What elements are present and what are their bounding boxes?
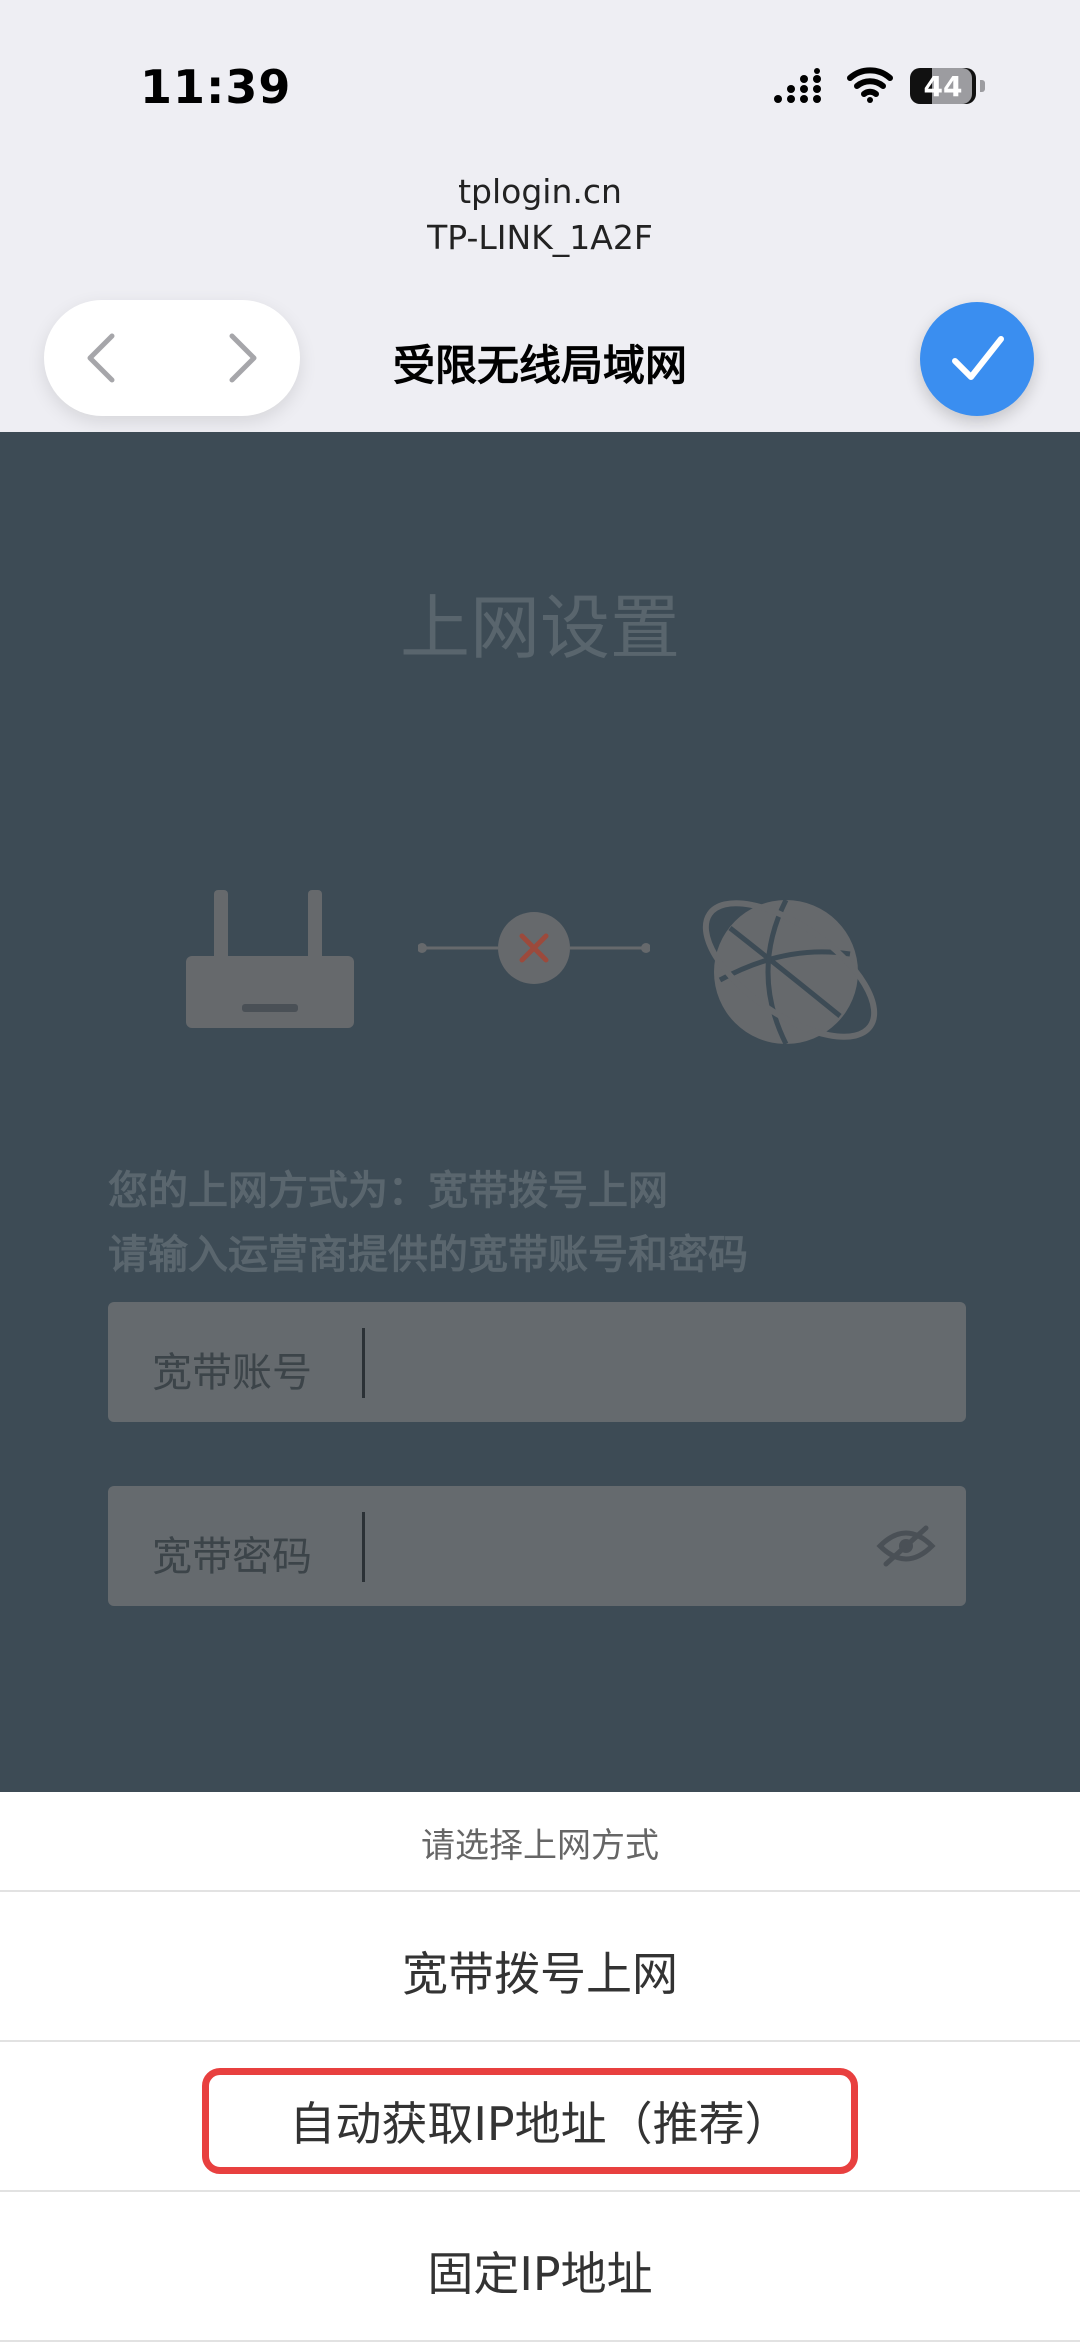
battery-level: 44 [923,70,963,103]
page-heading: 受限无线局域网 [392,341,687,390]
network-name: TP-LINK_1A2F [427,218,653,257]
globe-icon [702,898,878,1046]
option-static-ip[interactable]: 固定IP地址 [0,2238,1080,2304]
divider [0,1890,1080,1892]
option-pppoe[interactable]: 宽带拨号上网 [0,1938,1080,2004]
broadband-account-field[interactable]: 宽带账号 [108,1302,966,1422]
checkmark-icon [952,336,1004,380]
router-icon [186,890,354,1028]
status-time: 11:39 [140,60,292,114]
page-title: 上网设置 [400,587,680,669]
text-cursor [362,1512,365,1582]
credentials-hint-text: 请输入运营商提供的宽带账号和密码 [108,1232,748,1278]
top-bar: 11:39 44 tplogin.cn TP-LINK_1A2F 受限无线局域网 [0,0,1080,432]
connection-type-sheet: 请选择上网方式 宽带拨号上网 自动获取IP地址（推荐） 固定IP地址 [0,1792,1080,2348]
disconnected-link-icon [418,912,650,984]
highlight-annotation-box [202,2068,858,2174]
divider [0,2040,1080,2042]
cellular-signal-icon [774,68,821,103]
done-button[interactable] [920,302,1034,416]
broadband-password-field[interactable]: 宽带密码 [108,1486,966,1606]
text-cursor [362,1328,365,1398]
account-label: 宽带账号 [152,1350,312,1396]
divider [0,2190,1080,2192]
eye-hidden-icon[interactable] [876,1524,936,1568]
battery-icon: 44 [910,68,976,104]
router-setup-page: 上网设置 您的上网方式为：宽带拨号上网 请输入运营商提供的宽带账号和密码 宽带账… [0,432,1080,1792]
sheet-title: 请选择上网方式 [421,1826,659,1866]
page-host: tplogin.cn [458,172,622,211]
password-label: 宽带密码 [152,1534,312,1580]
battery-tip [980,80,985,92]
divider [0,2340,1080,2342]
connection-mode-text: 您的上网方式为：宽带拨号上网 [108,1168,668,1214]
wifi-icon [847,67,893,103]
